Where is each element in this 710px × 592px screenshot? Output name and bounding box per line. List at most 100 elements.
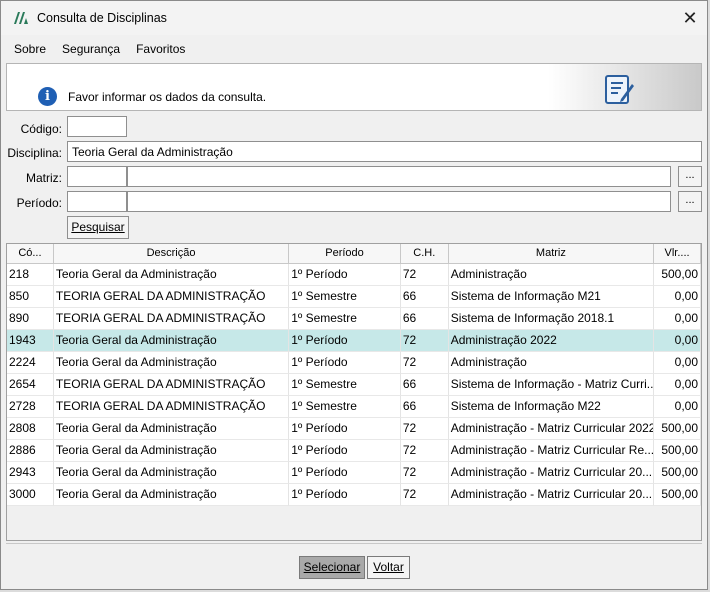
col-valor[interactable]: Vlr.... <box>654 244 701 264</box>
table-row[interactable]: 3000 Teoria Geral da Administração 1º Perí… <box>7 484 701 506</box>
cell-descricao: Teoria Geral da Administração <box>53 440 290 462</box>
cell-codigo: 3000 <box>7 484 54 506</box>
app-logo-icon <box>14 12 28 24</box>
col-descricao[interactable]: Descrição <box>53 244 290 264</box>
table-row[interactable]: 2886 Teoria Geral da Administração 1º Perí… <box>7 440 701 462</box>
pesquisar-button[interactable]: Pesquisar <box>67 216 129 239</box>
table-row[interactable]: 2728 TEORIA GERAL DA ADMINISTRAÇÃO 1º Seme… <box>7 396 701 418</box>
cell-ch: 72 <box>400 440 449 462</box>
cell-matriz: Administração <box>448 264 655 286</box>
matriz-code-input[interactable] <box>67 166 127 187</box>
cell-codigo: 2728 <box>7 396 54 418</box>
codigo-label: Código: <box>20 122 62 136</box>
cell-descricao: Teoria Geral da Administração <box>53 352 290 374</box>
cell-matriz: Administração 2022 <box>448 330 655 352</box>
periodo-lookup-button[interactable]: ... <box>678 191 702 212</box>
cell-matriz: Sistema de Informação M22 <box>448 396 655 418</box>
cell-matriz: Administração <box>448 352 655 374</box>
cell-periodo: 1º Período <box>289 484 401 506</box>
cell-codigo: 2808 <box>7 418 54 440</box>
selecionar-button[interactable]: Selecionar <box>299 556 365 579</box>
col-ch[interactable]: C.H. <box>400 244 449 264</box>
cell-valor: 500,00 <box>654 264 701 286</box>
cell-descricao: TEORIA GERAL DA ADMINISTRAÇÃO <box>53 374 290 396</box>
table-row[interactable]: 218 Teoria Geral da Administração 1º Perío… <box>7 264 701 286</box>
periodo-code-input[interactable] <box>67 191 127 212</box>
table-header: Có... Descrição Período C.H. Matriz Vlr.… <box>7 244 701 264</box>
search-form: Código: Disciplina: Teoria Geral da Admi… <box>6 113 702 241</box>
menu-seguranca[interactable]: Segurança <box>62 42 120 56</box>
cell-ch: 72 <box>400 484 449 506</box>
periodo-label: Período: <box>16 196 62 210</box>
pesquisar-label: Pesquisar <box>71 220 125 234</box>
cell-codigo: 890 <box>7 308 54 330</box>
codigo-input[interactable] <box>67 116 127 137</box>
cell-periodo: 1º Período <box>289 418 401 440</box>
cell-matriz: Administração - Matriz Curricular Re... <box>448 440 655 462</box>
table-row[interactable]: 1943 Teoria Geral da Administração 1º Perí… <box>7 330 701 352</box>
cell-descricao: Teoria Geral da Administração <box>53 462 290 484</box>
voltar-button[interactable]: Voltar <box>367 556 410 579</box>
col-codigo[interactable]: Có... <box>7 244 54 264</box>
cell-valor: 0,00 <box>654 352 701 374</box>
close-button[interactable]: ✕ <box>673 1 707 35</box>
matriz-description-input[interactable] <box>127 166 671 187</box>
col-periodo[interactable]: Período <box>289 244 401 264</box>
cell-matriz: Sistema de Informação 2018.1 <box>448 308 655 330</box>
cell-periodo: 1º Período <box>289 462 401 484</box>
cell-descricao: Teoria Geral da Administração <box>53 418 290 440</box>
matriz-lookup-button[interactable]: ... <box>678 166 702 187</box>
table-row[interactable]: 2654 TEORIA GERAL DA ADMINISTRAÇÃO 1º Seme… <box>7 374 701 396</box>
cell-valor: 500,00 <box>654 462 701 484</box>
consulta-disciplinas-window: Consulta de Disciplinas ✕ Sobre Seguranç… <box>0 0 708 590</box>
cell-valor: 0,00 <box>654 286 701 308</box>
cell-periodo: 1º Semestre <box>289 286 401 308</box>
cell-ch: 66 <box>400 286 449 308</box>
cell-codigo: 850 <box>7 286 54 308</box>
table-row[interactable]: 850 TEORIA GERAL DA ADMINISTRAÇÃO 1º Semes… <box>7 286 701 308</box>
close-icon: ✕ <box>682 7 698 28</box>
selecionar-label: Selecionar <box>303 560 361 574</box>
cell-valor: 0,00 <box>654 374 701 396</box>
info-icon: i <box>38 87 57 106</box>
periodo-description-input[interactable] <box>127 191 671 212</box>
cell-descricao: Teoria Geral da Administração <box>53 484 290 506</box>
cell-codigo: 2224 <box>7 352 54 374</box>
cell-ch: 66 <box>400 308 449 330</box>
cell-descricao: TEORIA GERAL DA ADMINISTRAÇÃO <box>53 308 290 330</box>
cell-periodo: 1º Período <box>289 440 401 462</box>
menu-favoritos[interactable]: Favoritos <box>136 42 185 56</box>
disciplina-input[interactable]: Teoria Geral da Administração <box>67 141 702 162</box>
cell-periodo: 1º Período <box>289 330 401 352</box>
cell-periodo: 1º Semestre <box>289 308 401 330</box>
cell-matriz: Sistema de Informação - Matriz Curri... <box>448 374 655 396</box>
cell-valor: 0,00 <box>654 396 701 418</box>
cell-matriz: Sistema de Informação M21 <box>448 286 655 308</box>
cell-ch: 72 <box>400 418 449 440</box>
disciplina-label: Disciplina: <box>7 146 62 160</box>
cell-codigo: 1943 <box>7 330 54 352</box>
info-message: Favor informar os dados da consulta. <box>68 90 267 104</box>
cell-matriz: Administração - Matriz Curricular 2022 <box>448 418 655 440</box>
footer-bar: Selecionar Voltar <box>6 543 702 588</box>
title-bar: Consulta de Disciplinas ✕ <box>1 1 707 35</box>
cell-ch: 72 <box>400 462 449 484</box>
voltar-label: Voltar <box>373 560 404 574</box>
cell-ch: 66 <box>400 396 449 418</box>
cell-descricao: Teoria Geral da Administração <box>53 264 290 286</box>
cell-periodo: 1º Semestre <box>289 374 401 396</box>
document-edit-icon <box>605 75 634 104</box>
table-row[interactable]: 2224 Teoria Geral da Administração 1º Perí… <box>7 352 701 374</box>
cell-descricao: TEORIA GERAL DA ADMINISTRAÇÃO <box>53 396 290 418</box>
cell-ch: 72 <box>400 352 449 374</box>
window-title: Consulta de Disciplinas <box>37 11 167 25</box>
menu-bar: Sobre Segurança Favoritos <box>1 37 707 61</box>
matriz-label: Matriz: <box>26 171 62 185</box>
table-row[interactable]: 2808 Teoria Geral da Administração 1º Perí… <box>7 418 701 440</box>
cell-matriz: Administração - Matriz Curricular 20... <box>448 484 655 506</box>
col-matriz[interactable]: Matriz <box>448 244 655 264</box>
menu-sobre[interactable]: Sobre <box>14 42 46 56</box>
cell-ch: 72 <box>400 330 449 352</box>
table-row[interactable]: 890 TEORIA GERAL DA ADMINISTRAÇÃO 1º Semes… <box>7 308 701 330</box>
table-row[interactable]: 2943 Teoria Geral da Administração 1º Perí… <box>7 462 701 484</box>
